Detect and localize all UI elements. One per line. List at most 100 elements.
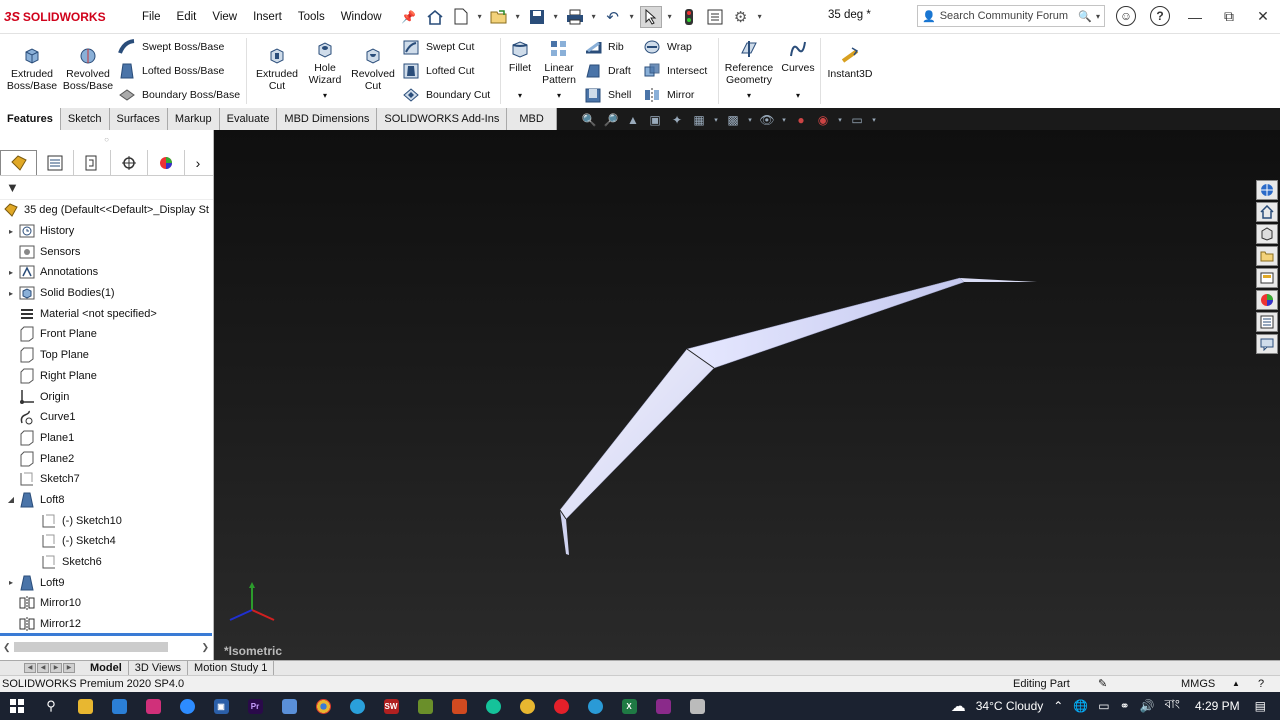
featuremanager-tab-icon[interactable]: [0, 150, 37, 175]
next-tab-icon[interactable]: ▶: [50, 663, 62, 673]
chevron-down-icon[interactable]: ▾: [557, 90, 561, 102]
apply-scene-icon[interactable]: ◉: [814, 112, 832, 128]
prev-tab-icon[interactable]: ◀: [37, 663, 49, 673]
loft-model[interactable]: [214, 130, 1280, 660]
tree-node-sensors[interactable]: Sensors: [0, 241, 213, 262]
language-indicator[interactable]: বাং: [1165, 696, 1180, 716]
app-yellow-icon[interactable]: [510, 692, 544, 720]
mirror-button[interactable]: Mirror: [643, 86, 694, 104]
chevron-down-icon[interactable]: ▾: [796, 90, 800, 102]
globe-network-icon[interactable]: 🌐: [1073, 699, 1088, 713]
tab-features[interactable]: Features: [0, 108, 61, 130]
draft-button[interactable]: Draft: [584, 62, 631, 80]
shell-button[interactable]: Shell: [584, 86, 631, 104]
rebuild-icon[interactable]: [678, 6, 700, 28]
collapse-arrow-icon[interactable]: ◢: [4, 495, 18, 504]
tree-node-origin[interactable]: Origin: [0, 386, 213, 407]
lofted-cut-button[interactable]: Lofted Cut: [402, 62, 474, 80]
tree-node-plane2[interactable]: Plane2: [0, 448, 213, 469]
tree-node-history[interactable]: ▸ History: [0, 221, 213, 242]
search-icon[interactable]: 🔍: [1078, 10, 1092, 23]
telegram-icon[interactable]: [340, 692, 374, 720]
rib-button[interactable]: Rib: [584, 38, 624, 56]
scroll-left-icon[interactable]: ❮: [3, 642, 11, 653]
notes-icon[interactable]: [272, 692, 306, 720]
chevron-down-icon[interactable]: ▾: [1096, 12, 1100, 21]
view-settings-icon[interactable]: ▭: [848, 112, 866, 128]
chevron-down-icon[interactable]: ▾: [746, 112, 754, 128]
chevron-down-icon[interactable]: ▾: [514, 6, 522, 28]
tree-node-mirror12[interactable]: Mirror12: [0, 614, 213, 635]
view-orientation-icon[interactable]: ▦: [690, 112, 708, 128]
battery-icon[interactable]: ▭: [1098, 699, 1109, 713]
open-folder-icon[interactable]: [488, 6, 510, 28]
chevron-down-icon[interactable]: ▾: [323, 90, 327, 102]
chevron-down-icon[interactable]: ▾: [590, 6, 598, 28]
pin-icon[interactable]: 📌: [398, 6, 420, 28]
chevron-down-icon[interactable]: ▾: [780, 112, 788, 128]
hide-show-items-icon[interactable]: 👁: [758, 112, 776, 128]
store-icon[interactable]: [102, 692, 136, 720]
zoom-to-fit-icon[interactable]: 🔍: [580, 112, 598, 128]
tree-node-solid-bodies-1[interactable]: ▸ Solid Bodies(1): [0, 283, 213, 304]
view-palette-icon[interactable]: [1256, 268, 1278, 288]
boundary-cut-button[interactable]: Boundary Cut: [402, 86, 490, 104]
app-active-icon[interactable]: [646, 692, 680, 720]
tab-mbd-dimensions[interactable]: MBD Dimensions: [277, 108, 378, 130]
tab-surfaces[interactable]: Surfaces: [109, 108, 168, 130]
home-icon[interactable]: [1256, 202, 1278, 222]
revolved-boss-button[interactable]: Revolved Boss/Base: [62, 44, 114, 92]
panel-grip[interactable]: ○: [0, 130, 213, 150]
tab-solidworks-addins[interactable]: SOLIDWORKS Add-Ins: [377, 108, 508, 130]
edit-appearance-icon[interactable]: ●: [792, 112, 810, 128]
expand-arrow-icon[interactable]: ▸: [4, 268, 18, 277]
search-community-box[interactable]: 👤 Search Community Forum 🔍 ▾: [917, 5, 1105, 27]
forum-icon[interactable]: [1256, 334, 1278, 354]
first-tab-icon[interactable]: ◀: [24, 663, 36, 673]
save-icon[interactable]: [526, 6, 548, 28]
tab-markup[interactable]: Markup: [167, 108, 220, 130]
tab-mbd[interactable]: MBD: [507, 108, 557, 130]
unit-system[interactable]: MMGS: [1181, 676, 1215, 692]
graphics-area[interactable]: ▭ ▫ — ⧉ ✕ *Isometric: [214, 130, 1280, 660]
intersect-button[interactable]: Intersect: [643, 62, 707, 80]
screenshot-app-icon[interactable]: ▣: [204, 692, 238, 720]
show-hidden-icons-icon[interactable]: ⌃: [1053, 699, 1063, 713]
premiere-icon[interactable]: Pr: [238, 692, 272, 720]
wrap-button[interactable]: Wrap: [643, 38, 692, 56]
chevron-down-icon[interactable]: ▾: [666, 6, 674, 28]
instant3d-button[interactable]: Instant3D: [824, 44, 876, 80]
opera-icon[interactable]: [544, 692, 578, 720]
search-input[interactable]: Search Community Forum: [940, 10, 1079, 22]
tree-horizontal-scrollbar[interactable]: ❮ ❯: [0, 640, 212, 654]
excel-icon[interactable]: X: [612, 692, 646, 720]
tree-node-top-plane[interactable]: Top Plane: [0, 345, 213, 366]
expand-arrow-icon[interactable]: ▸: [4, 578, 18, 587]
fillet-button[interactable]: Fillet ▾: [504, 38, 536, 102]
file-properties-icon[interactable]: [704, 6, 726, 28]
tree-node-sketch4[interactable]: (-) Sketch4: [0, 531, 213, 552]
section-view-icon[interactable]: ▣: [646, 112, 664, 128]
file-explorer-icon[interactable]: [1256, 246, 1278, 266]
clock-time[interactable]: 4:29 PM: [1195, 699, 1240, 713]
tab-model[interactable]: Model: [84, 661, 129, 675]
tree-node-right-plane[interactable]: Right Plane: [0, 366, 213, 387]
tab-sketch[interactable]: Sketch: [60, 108, 110, 130]
chevron-down-icon[interactable]: ▾: [476, 6, 484, 28]
app-green-icon[interactable]: [408, 692, 442, 720]
help-question-icon[interactable]: ?: [1258, 676, 1264, 692]
tree-node-loft8[interactable]: ◢ Loft8: [0, 490, 213, 511]
appearances-icon[interactable]: [1256, 290, 1278, 310]
lofted-boss-button[interactable]: Lofted Boss/Base: [118, 62, 224, 80]
file-explorer-icon[interactable]: [68, 692, 102, 720]
scrollbar-thumb[interactable]: [14, 642, 168, 652]
menu-window[interactable]: Window: [333, 11, 390, 23]
app-pink-icon[interactable]: [136, 692, 170, 720]
notification-icon[interactable]: ▤: [1255, 699, 1266, 713]
expand-arrow-icon[interactable]: ▸: [4, 289, 18, 298]
solidworks-taskbar-icon[interactable]: SW: [374, 692, 408, 720]
expand-arrow-icon[interactable]: ▸: [4, 227, 18, 236]
new-document-icon[interactable]: [450, 6, 472, 28]
tree-node-sketch10[interactable]: (-) Sketch10: [0, 510, 213, 531]
close-icon[interactable]: ✕: [1246, 8, 1280, 25]
